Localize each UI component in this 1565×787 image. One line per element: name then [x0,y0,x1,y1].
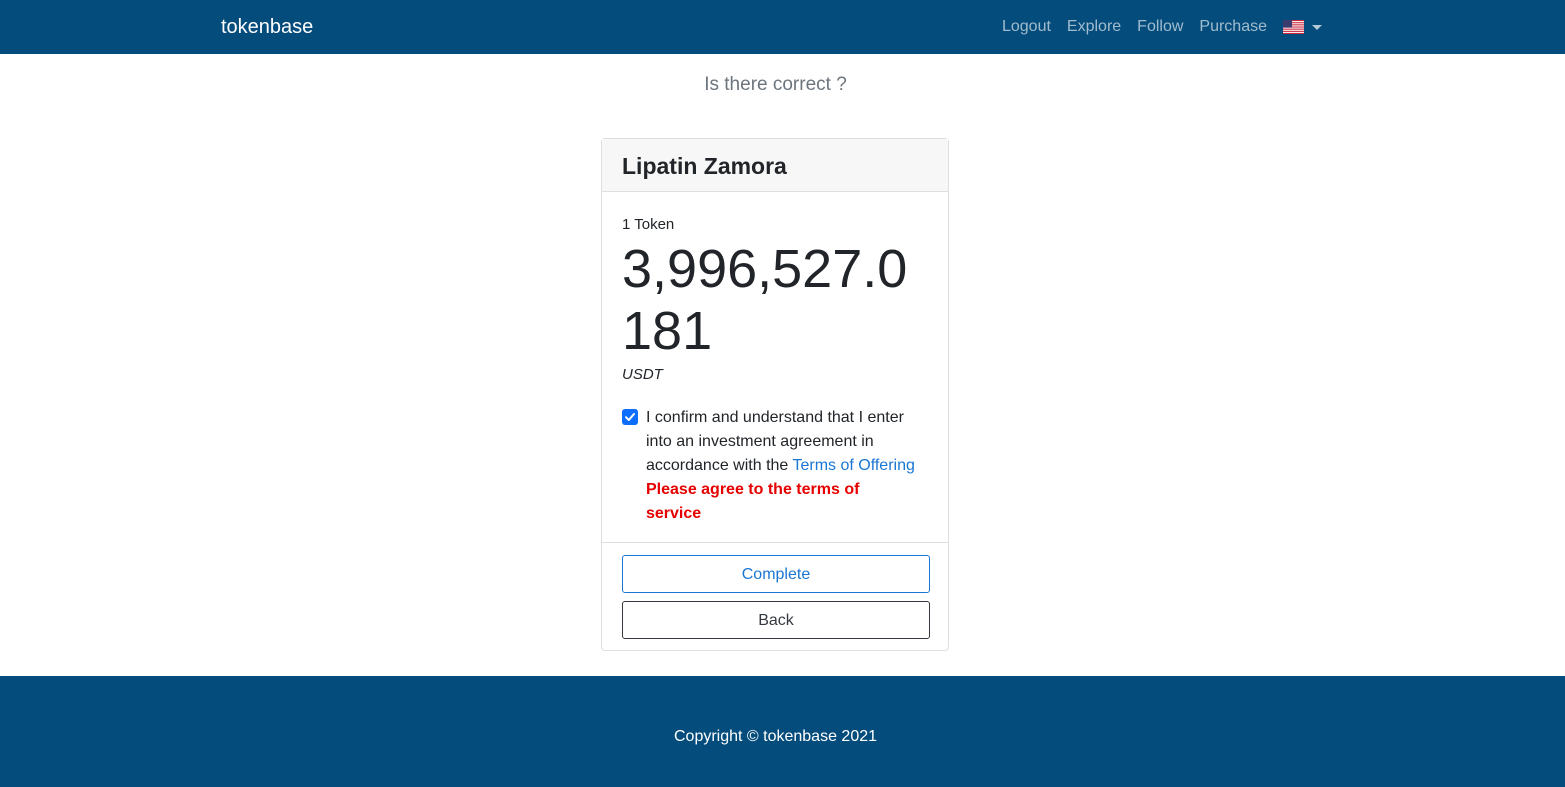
card-footer: Complete Back [602,542,948,650]
token-price: 3,996,527.0181 [622,239,908,361]
terms-error-message: Please agree to the terms of service [646,481,860,522]
footer: Copyright © tokenbase 2021 [0,676,1565,787]
copyright-text: Copyright © tokenbase 2021 [673,728,878,745]
nav-link-follow[interactable]: Follow [1137,14,1183,40]
card-header: Lipatin Zamora [602,139,948,192]
confirm-checkbox[interactable] [622,409,638,425]
confirm-agreement: I confirm and understand that I enter in… [622,406,928,526]
purchase-card: Lipatin Zamora 1 Token 3,996,527.0181 US… [601,138,949,651]
terms-of-offering-link[interactable]: Terms of Offering [792,457,914,474]
token-owner-name: Lipatin Zamora [622,153,787,179]
back-button[interactable]: Back [622,601,930,639]
page-question: Is there correct ? [704,74,847,95]
complete-button[interactable]: Complete [622,555,930,593]
us-flag-icon [1283,20,1304,34]
brand-logo[interactable]: tokenbase [221,14,313,40]
price-unit: USDT [622,366,663,383]
nav-link-purchase[interactable]: Purchase [1199,14,1267,40]
nav-link-explore[interactable]: Explore [1067,14,1121,40]
nav-links: Logout Explore Follow Purchase [986,14,1322,40]
navbar: tokenbase Logout Explore Follow Purchase [0,0,1565,54]
language-dropdown[interactable] [1283,20,1322,34]
token-quantity-label: 1 Token [622,216,675,233]
nav-link-logout[interactable]: Logout [1002,14,1051,40]
confirm-label: I confirm and understand that I enter in… [646,406,916,526]
check-icon [625,413,635,421]
card-body: 1 Token 3,996,527.0181 USDT I confirm an… [602,192,948,542]
chevron-down-icon [1312,24,1322,30]
